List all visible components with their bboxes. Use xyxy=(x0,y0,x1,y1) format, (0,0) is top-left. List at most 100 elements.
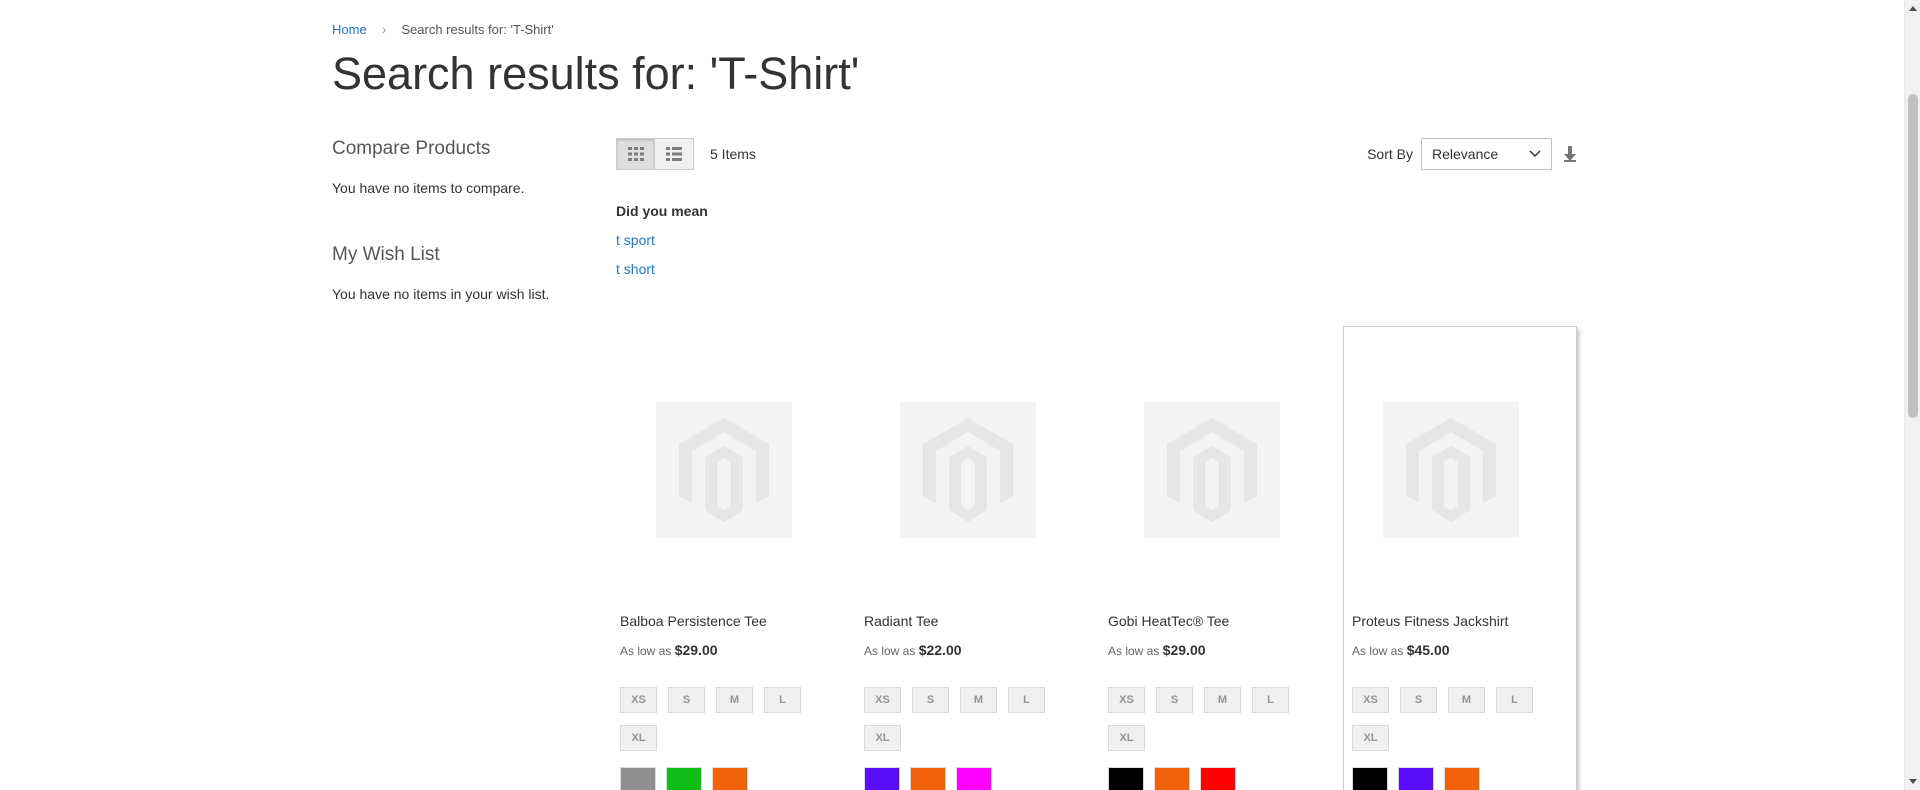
sort-arrow-down-icon xyxy=(1564,146,1576,162)
size-swatches: XS S M L XL xyxy=(1352,687,1552,751)
size-option[interactable]: M xyxy=(1204,687,1241,713)
product-name-link[interactable]: Proteus Fitness Jackshirt xyxy=(1352,613,1508,629)
product-name-link[interactable]: Gobi HeatTec® Tee xyxy=(1108,613,1229,629)
wishlist-block: My Wish List You have no items in your w… xyxy=(332,244,592,302)
products-toolbar: 5 Items Sort By Relevance xyxy=(616,138,1576,172)
product-image-placeholder[interactable] xyxy=(1144,402,1280,538)
sidebar: Compare Products You have no items to co… xyxy=(332,138,592,302)
size-option[interactable]: L xyxy=(1496,687,1533,713)
size-swatches: XS S M L XL xyxy=(864,687,1064,751)
wishlist-title: My Wish List xyxy=(332,244,440,265)
price-prefix: As low as xyxy=(620,644,672,658)
price-amount: $29.00 xyxy=(674,642,718,658)
product-item: Radiant Tee As low as $22.00 XS S M L XL xyxy=(860,326,1094,790)
size-option[interactable]: S xyxy=(1156,687,1193,713)
product-name-link[interactable]: Balboa Persistence Tee xyxy=(620,613,767,629)
color-swatch[interactable] xyxy=(1200,767,1236,790)
product-price: As low as $29.00 xyxy=(1108,642,1206,658)
chevron-down-icon xyxy=(1529,150,1541,158)
compare-products-title: Compare Products xyxy=(332,138,491,159)
suggestion-link[interactable]: t short xyxy=(616,261,708,277)
scrollbar-thumb[interactable] xyxy=(1908,94,1918,418)
price-prefix: As low as xyxy=(1108,644,1160,658)
color-swatches xyxy=(620,767,748,790)
color-swatches xyxy=(1352,767,1480,790)
price-amount: $22.00 xyxy=(918,642,962,658)
color-swatch[interactable] xyxy=(864,767,900,790)
color-swatches xyxy=(864,767,992,790)
scroll-up-arrow-icon[interactable] xyxy=(1909,6,1917,11)
grid-icon xyxy=(627,147,644,161)
color-swatch[interactable] xyxy=(1108,767,1144,790)
color-swatch[interactable] xyxy=(666,767,702,790)
product-item: Balboa Persistence Tee As low as $29.00 … xyxy=(616,326,850,790)
product-name-link[interactable]: Radiant Tee xyxy=(864,613,938,629)
product-price: As low as $22.00 xyxy=(864,642,962,658)
product-image-placeholder[interactable] xyxy=(1383,402,1519,538)
items-count: 5 Items xyxy=(710,146,756,162)
list-mode-button[interactable] xyxy=(655,138,694,170)
list-icon xyxy=(666,147,682,161)
color-swatch[interactable] xyxy=(1154,767,1190,790)
scroll-down-arrow-icon[interactable] xyxy=(1909,779,1917,784)
wishlist-empty-text: You have no items in your wish list. xyxy=(332,286,550,302)
breadcrumb-separator: › xyxy=(381,21,387,37)
product-item: Gobi HeatTec® Tee As low as $29.00 XS S … xyxy=(1104,326,1338,790)
price-amount: $45.00 xyxy=(1406,642,1450,658)
color-swatch[interactable] xyxy=(1352,767,1388,790)
color-swatch[interactable] xyxy=(910,767,946,790)
did-you-mean-title: Did you mean xyxy=(616,203,708,219)
grid-mode-button[interactable] xyxy=(616,138,655,170)
sort-by-select[interactable]: Relevance xyxy=(1421,138,1552,170)
color-swatch[interactable] xyxy=(620,767,656,790)
magento-logo-icon xyxy=(1167,418,1257,522)
magento-logo-icon xyxy=(1406,418,1496,522)
size-option[interactable]: S xyxy=(668,687,705,713)
color-swatch[interactable] xyxy=(712,767,748,790)
size-option[interactable]: XL xyxy=(1352,725,1389,751)
vertical-scrollbar[interactable] xyxy=(1904,0,1920,790)
page-title: Search results for: 'T-Shirt' xyxy=(332,48,860,99)
product-price: As low as $29.00 xyxy=(620,642,718,658)
breadcrumb-home-link[interactable]: Home xyxy=(332,22,367,37)
sorter: Sort By Relevance xyxy=(1367,138,1576,170)
size-option[interactable]: XL xyxy=(620,725,657,751)
product-image-placeholder[interactable] xyxy=(900,402,1036,538)
size-option[interactable]: XS xyxy=(864,687,901,713)
size-option[interactable]: L xyxy=(1252,687,1289,713)
sort-by-value: Relevance xyxy=(1432,146,1499,162)
size-option[interactable]: M xyxy=(716,687,753,713)
product-price: As low as $45.00 xyxy=(1352,642,1450,658)
size-option[interactable]: XS xyxy=(1108,687,1145,713)
size-option[interactable]: L xyxy=(1008,687,1045,713)
price-prefix: As low as xyxy=(1352,644,1404,658)
magento-logo-icon xyxy=(679,418,769,522)
size-option[interactable]: S xyxy=(1400,687,1437,713)
size-option[interactable]: M xyxy=(960,687,997,713)
price-prefix: As low as xyxy=(864,644,916,658)
color-swatches xyxy=(1108,767,1236,790)
sort-direction-button[interactable] xyxy=(1564,146,1576,162)
size-option[interactable]: L xyxy=(764,687,801,713)
page: Home › Search results for: 'T-Shirt' Sea… xyxy=(0,0,1904,790)
color-swatch[interactable] xyxy=(956,767,992,790)
size-option[interactable]: M xyxy=(1448,687,1485,713)
magento-logo-icon xyxy=(923,418,1013,522)
did-you-mean-block: Did you mean t sport t short xyxy=(616,203,708,277)
suggestion-link[interactable]: t sport xyxy=(616,232,708,248)
size-option[interactable]: XL xyxy=(864,725,901,751)
color-swatch[interactable] xyxy=(1444,767,1480,790)
size-option[interactable]: S xyxy=(912,687,949,713)
size-option[interactable]: XL xyxy=(1108,725,1145,751)
compare-products-empty-text: You have no items to compare. xyxy=(332,180,525,196)
view-mode-switcher xyxy=(616,138,694,170)
size-option[interactable]: XS xyxy=(1352,687,1389,713)
color-swatch[interactable] xyxy=(1398,767,1434,790)
size-swatches: XS S M L XL xyxy=(620,687,820,751)
product-image-placeholder[interactable] xyxy=(656,402,792,538)
breadcrumb-current: Search results for: 'T-Shirt' xyxy=(401,21,554,37)
size-option[interactable]: XS xyxy=(620,687,657,713)
size-swatches: XS S M L XL xyxy=(1108,687,1308,751)
product-item-hovered[interactable]: Proteus Fitness Jackshirt As low as $45.… xyxy=(1343,326,1577,790)
price-amount: $29.00 xyxy=(1162,642,1206,658)
